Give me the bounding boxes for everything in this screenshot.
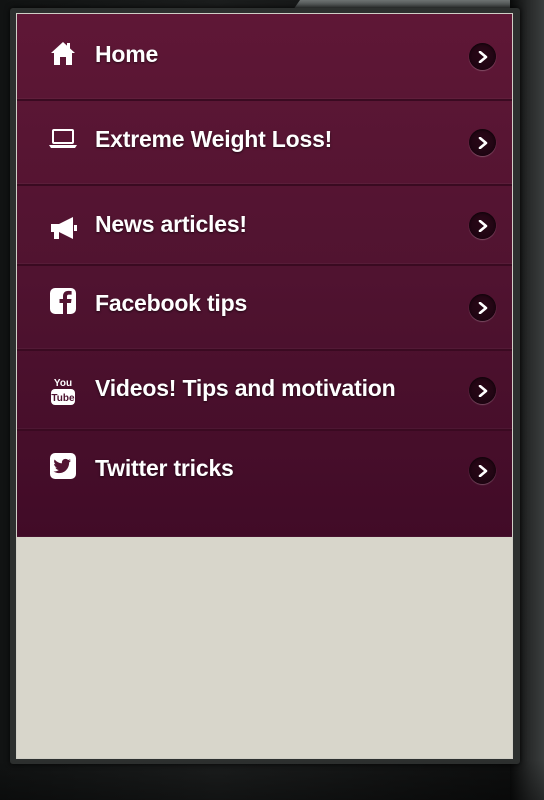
chevron-right-icon[interactable] bbox=[469, 294, 496, 321]
youtube-icon: You Tube bbox=[47, 375, 79, 407]
menu-item-label: News articles! bbox=[95, 211, 247, 237]
chevron-right-icon[interactable] bbox=[469, 43, 496, 70]
menu-item-facebook-tips[interactable]: Facebook tips bbox=[17, 266, 512, 351]
menu-item-label: Extreme Weight Loss! bbox=[95, 126, 333, 152]
menu-item-label: Home bbox=[95, 41, 159, 67]
chevron-right-icon[interactable] bbox=[469, 129, 496, 156]
svg-text:Tube: Tube bbox=[51, 393, 75, 404]
chevron-right-icon[interactable] bbox=[469, 377, 496, 404]
chevron-right-icon[interactable] bbox=[469, 457, 496, 484]
menu-item-twitter-tricks[interactable]: Twitter tricks bbox=[17, 431, 512, 537]
menu-item-videos[interactable]: You Tube Videos! Tips and motivation bbox=[17, 351, 512, 431]
twitter-icon bbox=[47, 450, 79, 482]
menu-item-extreme-weight-loss[interactable]: Extreme Weight Loss! bbox=[17, 101, 512, 186]
menu-item-home[interactable]: Home bbox=[17, 14, 512, 101]
megaphone-icon bbox=[47, 212, 79, 244]
menu-item-label: Facebook tips bbox=[95, 290, 248, 316]
menu-item-news-articles[interactable]: News articles! bbox=[17, 186, 512, 266]
bottom-shadow bbox=[0, 760, 544, 800]
content-area bbox=[17, 537, 512, 758]
facebook-icon bbox=[47, 285, 79, 317]
main-menu: Home Extreme Weight Loss! News articles!… bbox=[17, 14, 512, 537]
menu-item-label: Twitter tricks bbox=[95, 455, 234, 481]
app-screen: Home Extreme Weight Loss! News articles!… bbox=[16, 13, 513, 759]
chevron-right-icon[interactable] bbox=[469, 212, 496, 239]
laptop-icon bbox=[47, 123, 79, 155]
home-icon bbox=[47, 37, 79, 69]
svg-text:You: You bbox=[54, 378, 72, 389]
menu-item-label: Videos! Tips and motivation bbox=[95, 375, 396, 401]
